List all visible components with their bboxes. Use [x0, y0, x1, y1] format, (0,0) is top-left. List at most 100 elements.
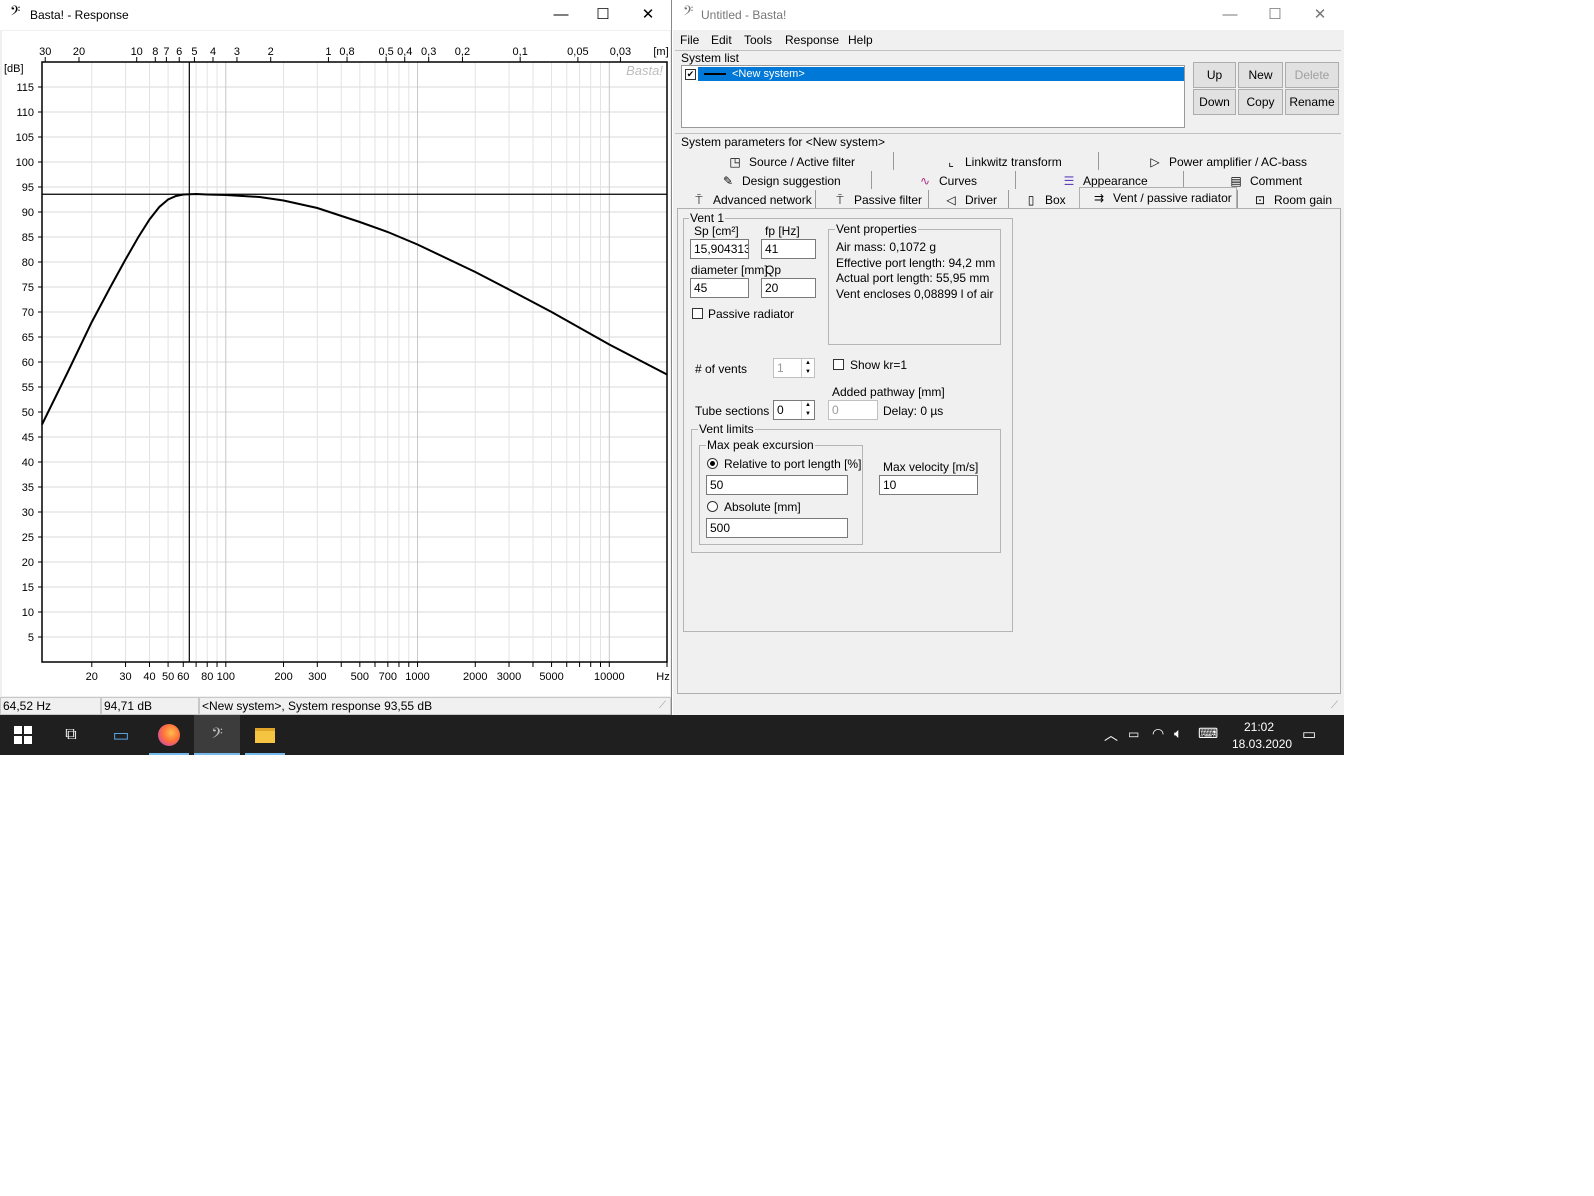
- chevron-up-icon[interactable]: ︿: [1104, 725, 1118, 745]
- system-list-box[interactable]: ✔ <New system>: [681, 65, 1185, 128]
- menu-response[interactable]: Response: [785, 33, 839, 47]
- maximize-icon[interactable]: ☐: [1252, 0, 1298, 30]
- comment-icon: ▤: [1230, 174, 1242, 188]
- x-tick-label: 5000: [539, 671, 563, 683]
- vent-icon: ⇉: [1093, 191, 1105, 205]
- tab-divider: [1008, 190, 1009, 208]
- new-button[interactable]: New: [1238, 62, 1283, 88]
- response-title-bar[interactable]: 𝄢 Basta! - Response — ☐ ✕: [0, 0, 671, 30]
- source-filter-icon: ◳: [729, 155, 741, 169]
- x-axis-label: Hz: [656, 671, 669, 683]
- tab-room-gain[interactable]: ⊡ Room gain: [1252, 193, 1332, 207]
- main-window: 𝄢 Untitled - Basta! — ☐ ✕ File Edit Tool…: [673, 0, 1344, 715]
- menu-tools[interactable]: Tools: [744, 33, 772, 47]
- status-info: <New system>, System response 93,55 dB: [199, 697, 671, 715]
- response-chart-area[interactable]: 5 10 15 20 25 30 35 40 45 50 55 60 65 70 75 80 85 90 95 100…: [2, 31, 670, 696]
- num-vents-spinner[interactable]: ▲ ▼: [801, 359, 814, 377]
- copy-button[interactable]: Copy: [1238, 89, 1283, 115]
- menu-edit[interactable]: Edit: [711, 33, 732, 47]
- tab-vent-passive-radiator[interactable]: ⇉ Vent / passive radiator: [1091, 191, 1232, 205]
- y-tick-label: 5: [28, 632, 34, 644]
- rename-button[interactable]: Rename: [1285, 89, 1339, 115]
- minimize-icon[interactable]: —: [538, 0, 584, 30]
- absolute-radio[interactable]: [707, 501, 718, 512]
- keyboard-icon[interactable]: ⌨: [1198, 725, 1218, 742]
- x-tick-label: 500: [351, 671, 369, 683]
- vent-properties-label: Vent properties: [835, 222, 918, 236]
- system-list-label: System list: [681, 51, 740, 65]
- windows-logo-icon: [14, 726, 32, 744]
- tab-linkwitz-transform[interactable]: ⌞ Linkwitz transform: [943, 155, 1062, 169]
- num-vents-label: # of vents: [695, 362, 748, 376]
- response-chart[interactable]: 5101520253035404550556065707580859095100…: [2, 31, 670, 696]
- clock-date[interactable]: 18.03.2020: [1232, 737, 1292, 751]
- curves-icon: ∿: [919, 174, 931, 188]
- firefox-icon[interactable]: [146, 715, 192, 755]
- response-window: 𝄢 Basta! - Response — ☐ ✕ 5 10 15 20 25 30 35 4…: [0, 0, 672, 715]
- basta-icon[interactable]: 𝄢: [194, 715, 240, 755]
- firefox-active-indicator: [149, 753, 189, 755]
- diameter-input[interactable]: 45: [690, 278, 749, 298]
- network-icon: ⍑: [695, 193, 703, 207]
- relative-radio[interactable]: [707, 458, 718, 469]
- tab-comment[interactable]: ▤ Comment: [1228, 174, 1302, 188]
- resize-grip-icon[interactable]: ⟋: [659, 700, 666, 711]
- minimize-icon[interactable]: —: [1207, 0, 1253, 30]
- down-button[interactable]: Down: [1193, 89, 1236, 115]
- system-list-item[interactable]: ✔ <New system>: [682, 67, 1184, 81]
- max-velocity-input[interactable]: 10: [879, 475, 978, 495]
- added-pathway-input[interactable]: 0: [828, 400, 878, 420]
- file-explorer-icon[interactable]: [242, 715, 288, 755]
- main-window-title: Untitled - Basta!: [701, 8, 787, 22]
- close-icon[interactable]: ✕: [1297, 0, 1343, 30]
- qp-input[interactable]: 20: [761, 278, 816, 298]
- show-kr-checkbox[interactable]: [833, 359, 844, 370]
- x-tick-label: 80: [201, 671, 213, 683]
- y-tick-label: 40: [22, 457, 34, 469]
- tab-divider: [1237, 190, 1238, 208]
- relative-input[interactable]: 50: [706, 475, 848, 495]
- system-enabled-checkbox[interactable]: ✔: [685, 69, 696, 80]
- resize-grip-icon[interactable]: ⟋: [1331, 700, 1338, 711]
- tab-source-active-filter[interactable]: ◳ Source / Active filter: [727, 155, 855, 169]
- tab-divider: [871, 171, 872, 189]
- passive-radiator-checkbox[interactable]: [692, 308, 703, 319]
- wifi-icon[interactable]: ◠: [1152, 725, 1164, 742]
- fp-label: fp [Hz]: [765, 224, 800, 238]
- y-tick-label: 10: [22, 607, 34, 619]
- tube-sections-spinner[interactable]: ▲ ▼: [801, 401, 814, 419]
- clock-time[interactable]: 21:02: [1244, 720, 1274, 734]
- y-tick-label: 50: [22, 407, 34, 419]
- y-tick-label: 65: [22, 332, 34, 344]
- tab-advanced-network[interactable]: ⍑ Advanced network: [691, 193, 811, 208]
- sp-label: Sp [cm²]: [694, 224, 739, 238]
- task-view-icon[interactable]: ⧉: [48, 715, 94, 755]
- vent-limits-label: Vent limits: [698, 422, 755, 436]
- windows-start-icon[interactable]: [0, 715, 46, 755]
- volume-icon[interactable]: 🔈︎: [1174, 725, 1182, 742]
- effective-port-length-text: Effective port length: 94,2 mm: [836, 256, 996, 270]
- response-window-title: Basta! - Response: [30, 8, 129, 22]
- tab-appearance[interactable]: ☰ Appearance: [1061, 174, 1148, 188]
- absolute-input[interactable]: 500: [706, 518, 848, 538]
- tab-curves[interactable]: ∿ Curves: [917, 174, 977, 188]
- laptop-app-icon[interactable]: ▭: [98, 715, 144, 755]
- battery-icon[interactable]: ▭: [1128, 727, 1139, 741]
- delete-button[interactable]: Delete: [1285, 62, 1339, 88]
- relative-label: Relative to port length [%]: [724, 457, 862, 471]
- close-icon[interactable]: ✕: [625, 0, 671, 30]
- tab-box[interactable]: ▯ Box: [1023, 193, 1066, 207]
- notification-icon[interactable]: ▭: [1302, 725, 1316, 743]
- qp-label: Qp: [765, 263, 782, 277]
- menu-help[interactable]: Help: [848, 33, 873, 47]
- main-title-bar[interactable]: 𝄢 Untitled - Basta! — ☐ ✕: [673, 0, 1344, 30]
- tab-design-suggestion[interactable]: ✎ Design suggestion: [720, 174, 841, 188]
- up-button[interactable]: Up: [1193, 62, 1236, 88]
- tab-driver[interactable]: ◁ Driver: [943, 193, 997, 207]
- tab-power-amplifier[interactable]: ▷ Power amplifier / AC-bass: [1147, 155, 1307, 169]
- sp-input[interactable]: 15,904313: [690, 239, 749, 259]
- maximize-icon[interactable]: ☐: [580, 0, 626, 30]
- menu-file[interactable]: File: [680, 33, 699, 47]
- fp-input[interactable]: 41: [761, 239, 816, 259]
- tab-passive-filter[interactable]: ⍑ Passive filter: [832, 193, 922, 208]
